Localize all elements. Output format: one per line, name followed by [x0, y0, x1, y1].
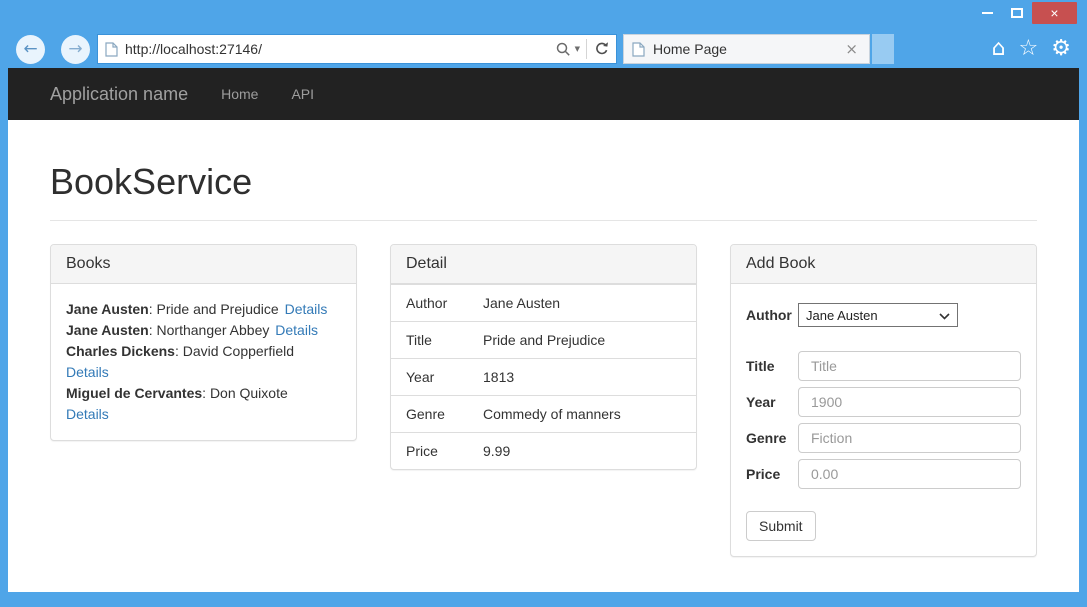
browser-chrome: ← → http://localhost:27146/ ▼ Home Page …: [0, 30, 1087, 68]
table-row: Title Pride and Prejudice: [391, 321, 696, 358]
window-controls: ×: [972, 2, 1077, 24]
tab-title: Home Page: [653, 41, 842, 57]
page-icon: [632, 42, 645, 57]
maximize-button[interactable]: [1002, 2, 1032, 24]
gear-settings-icon[interactable]: ⚙: [1051, 38, 1071, 60]
author-label: Author: [746, 307, 798, 323]
back-button[interactable]: ←: [16, 35, 45, 64]
page-viewport: Application name Home API BookService Bo…: [8, 68, 1079, 592]
page-icon: [105, 42, 118, 57]
nav-link-home[interactable]: Home: [221, 86, 258, 102]
price-input[interactable]: [798, 459, 1021, 489]
maximize-icon: [1011, 8, 1023, 18]
author-select[interactable]: Jane Austen: [798, 303, 958, 327]
star-favorites-icon[interactable]: ☆: [1019, 38, 1039, 60]
books-panel: Books Jane Austen: Pride and Prejudice D…: [50, 244, 357, 441]
address-bar[interactable]: http://localhost:27146/ ▼: [97, 34, 617, 64]
page-title: BookService: [50, 162, 1037, 202]
detail-panel: Detail Author Jane Austen Title Pride an…: [390, 244, 697, 470]
details-link[interactable]: Details: [285, 301, 328, 317]
table-row: Year 1813: [391, 358, 696, 395]
book-item: Jane Austen: Northanger Abbey Details: [66, 320, 341, 341]
nav-link-api[interactable]: API: [291, 86, 314, 102]
tab-home-page[interactable]: Home Page ×: [623, 34, 870, 64]
refresh-icon[interactable]: [594, 41, 610, 57]
back-icon: ←: [23, 39, 37, 59]
tab-close-icon[interactable]: ×: [842, 40, 861, 58]
year-label: Year: [746, 394, 798, 410]
table-row: Price 9.99: [391, 432, 696, 469]
table-row: Genre Commedy of manners: [391, 395, 696, 432]
forward-button[interactable]: →: [61, 35, 90, 64]
book-item: Jane Austen: Pride and Prejudice Details: [66, 299, 341, 320]
book-item: Miguel de Cervantes: Don Quixote Details: [66, 383, 341, 425]
chrome-actions: ⌂ ☆ ⚙: [992, 38, 1071, 60]
year-field-row: Year: [746, 387, 1021, 417]
new-tab-button[interactable]: [872, 34, 894, 64]
close-button[interactable]: ×: [1032, 2, 1077, 24]
add-book-panel: Add Book Author Jane Austen: [730, 244, 1037, 557]
detail-panel-title: Detail: [391, 245, 696, 284]
forward-icon: →: [68, 39, 82, 59]
main-container: BookService Books Jane Austen: Pride and…: [8, 162, 1079, 557]
author-select-value: Jane Austen: [806, 308, 878, 323]
details-link[interactable]: Details: [275, 322, 318, 338]
add-book-form: Author Jane Austen Title: [731, 284, 1036, 556]
close-icon: ×: [1050, 5, 1058, 21]
address-bar-divider: [586, 39, 587, 59]
title-input[interactable]: [798, 351, 1021, 381]
details-link[interactable]: Details: [66, 404, 341, 425]
genre-label: Genre: [746, 430, 798, 446]
navbar-brand[interactable]: Application name: [50, 84, 188, 105]
table-row: Author Jane Austen: [391, 284, 696, 321]
books-list: Jane Austen: Pride and Prejudice Details…: [51, 284, 356, 440]
minimize-icon: [982, 12, 993, 14]
submit-button[interactable]: Submit: [746, 511, 816, 541]
book-item: Charles Dickens: David Copperfield Detai…: [66, 341, 341, 383]
panels-row: Books Jane Austen: Pride and Prejudice D…: [50, 244, 1037, 557]
title-field-row: Title: [746, 351, 1021, 381]
browser-window: × ← → http://localhost:27146/ ▼ Home Pag…: [0, 0, 1087, 607]
year-input[interactable]: [798, 387, 1021, 417]
genre-field-row: Genre: [746, 423, 1021, 453]
genre-input[interactable]: [798, 423, 1021, 453]
price-field-row: Price: [746, 459, 1021, 489]
title-label: Title: [746, 358, 798, 374]
search-icon[interactable]: [555, 41, 571, 57]
chevron-down-icon: [939, 308, 950, 323]
search-dropdown-caret-icon[interactable]: ▼: [575, 45, 580, 53]
author-field-row: Author Jane Austen: [746, 303, 1021, 327]
minimize-button[interactable]: [972, 2, 1002, 24]
divider: [50, 220, 1037, 221]
url-text[interactable]: http://localhost:27146/: [125, 41, 555, 57]
price-label: Price: [746, 466, 798, 482]
books-panel-title: Books: [51, 245, 356, 284]
home-icon[interactable]: ⌂: [992, 38, 1006, 60]
titlebar: ×: [0, 0, 1087, 30]
add-book-panel-title: Add Book: [731, 245, 1036, 284]
details-link[interactable]: Details: [66, 362, 341, 383]
app-navbar: Application name Home API: [8, 68, 1079, 120]
